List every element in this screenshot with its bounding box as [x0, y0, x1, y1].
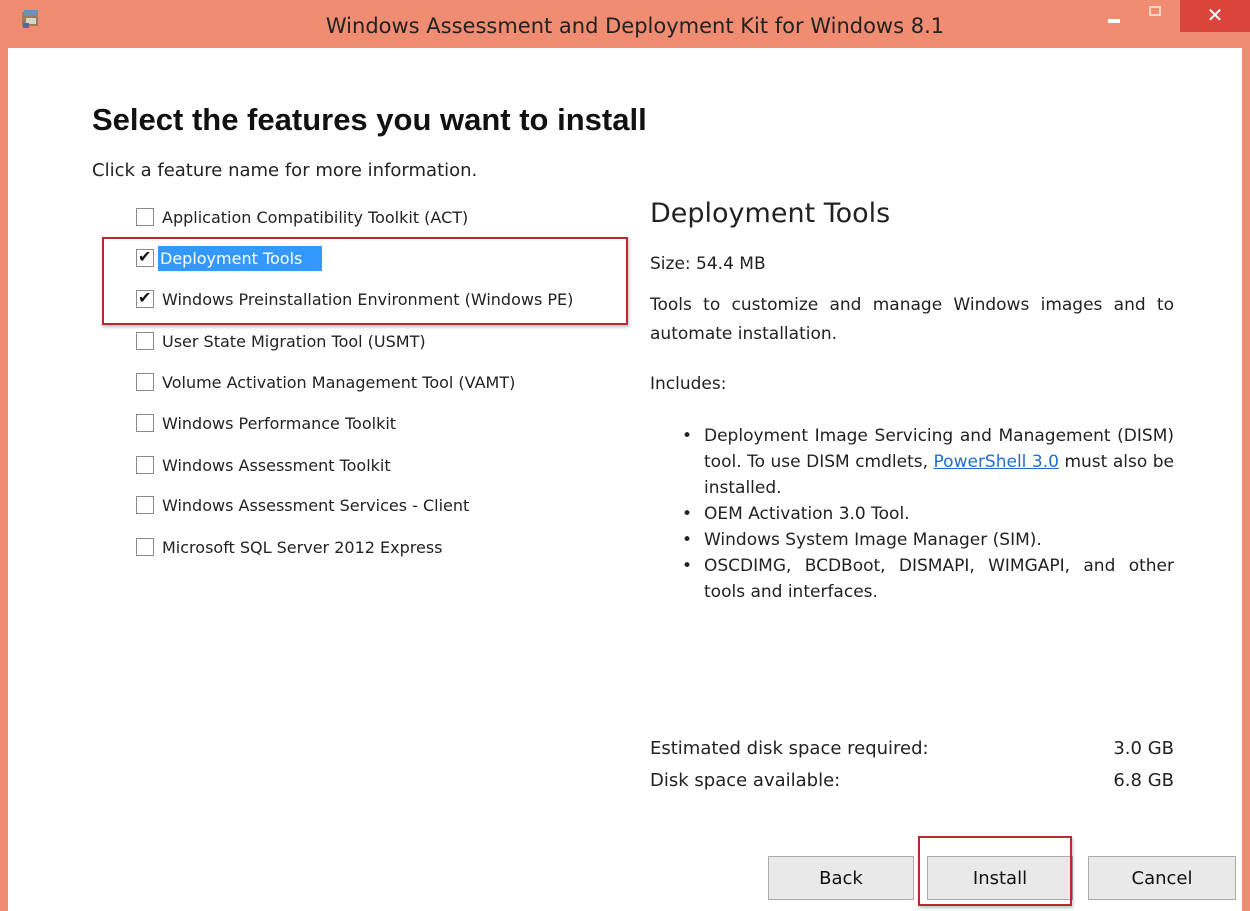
dialog-content: Select the features you want to install …: [8, 48, 1242, 911]
disk-available-label: Disk space available:: [650, 770, 841, 791]
title-bar[interactable]: Windows Assessment and Deployment Kit fo…: [0, 0, 1250, 48]
includes-list: Deployment Image Servicing and Managemen…: [680, 423, 1174, 605]
features-highlight-box: [102, 237, 628, 325]
maximize-icon: [1149, 6, 1161, 16]
window-title: Windows Assessment and Deployment Kit fo…: [325, 14, 945, 38]
feature-checkbox[interactable]: [136, 538, 154, 556]
maximize-button[interactable]: [1139, 0, 1175, 32]
feature-label[interactable]: Volume Activation Management Tool (VAMT): [162, 373, 515, 392]
feature-label[interactable]: User State Migration Tool (USMT): [162, 332, 426, 351]
feature-label[interactable]: Microsoft SQL Server 2012 Express: [162, 538, 442, 557]
install-highlight-box: [918, 836, 1072, 906]
list-item: Deployment Image Servicing and Managemen…: [680, 423, 1174, 501]
minimize-icon: [1108, 19, 1120, 23]
feature-label[interactable]: Windows Assessment Toolkit: [162, 456, 391, 475]
list-item: Windows System Image Manager (SIM).: [680, 527, 1174, 553]
feature-checkbox[interactable]: [136, 496, 154, 514]
feature-usmt[interactable]: User State Migration Tool (USMT): [136, 328, 426, 354]
feature-label[interactable]: Application Compatibility Toolkit (ACT): [162, 208, 468, 227]
feature-sql-server-express[interactable]: Microsoft SQL Server 2012 Express: [136, 534, 442, 560]
feature-assessment-services-client[interactable]: Windows Assessment Services - Client: [136, 492, 469, 518]
feature-size: Size: 54.4 MB: [650, 254, 766, 274]
page-subtitle: Click a feature name for more informatio…: [92, 160, 478, 181]
feature-checkbox[interactable]: [136, 332, 154, 350]
feature-label[interactable]: Windows Assessment Services - Client: [162, 496, 469, 515]
disk-required-row: Estimated disk space required: 3.0 GB: [650, 738, 1174, 759]
feature-assessment-toolkit[interactable]: Windows Assessment Toolkit: [136, 452, 391, 478]
list-item: OSCDIMG, BCDBoot, DISMAPI, WIMGAPI, and …: [680, 553, 1174, 605]
list-item: OEM Activation 3.0 Tool.: [680, 501, 1174, 527]
back-button[interactable]: Back: [768, 856, 914, 900]
page-title: Select the features you want to install: [92, 102, 647, 137]
disk-available-row: Disk space available: 6.8 GB: [650, 770, 1174, 791]
feature-act[interactable]: Application Compatibility Toolkit (ACT): [136, 204, 468, 230]
disk-required-label: Estimated disk space required:: [650, 738, 929, 759]
powershell-link[interactable]: PowerShell 3.0: [934, 452, 1059, 472]
feature-label[interactable]: Windows Performance Toolkit: [162, 414, 396, 433]
installer-window: Windows Assessment and Deployment Kit fo…: [0, 0, 1250, 911]
cancel-button[interactable]: Cancel: [1088, 856, 1236, 900]
feature-checkbox[interactable]: [136, 373, 154, 391]
feature-vamt[interactable]: Volume Activation Management Tool (VAMT): [136, 369, 515, 395]
feature-description: Tools to customize and manage Windows im…: [650, 295, 1174, 344]
feature-checkbox[interactable]: [136, 208, 154, 226]
includes-label: Includes:: [650, 374, 727, 394]
feature-checkbox[interactable]: [136, 414, 154, 432]
feature-checkbox[interactable]: [136, 456, 154, 474]
close-icon: ✕: [1206, 3, 1224, 27]
disk-available-value: 6.8 GB: [1113, 770, 1174, 791]
close-button[interactable]: ✕: [1180, 0, 1250, 32]
disk-required-value: 3.0 GB: [1113, 738, 1174, 759]
feature-performance-toolkit[interactable]: Windows Performance Toolkit: [136, 410, 396, 436]
minimize-button[interactable]: [1098, 0, 1134, 32]
feature-detail-title: Deployment Tools: [650, 198, 891, 229]
